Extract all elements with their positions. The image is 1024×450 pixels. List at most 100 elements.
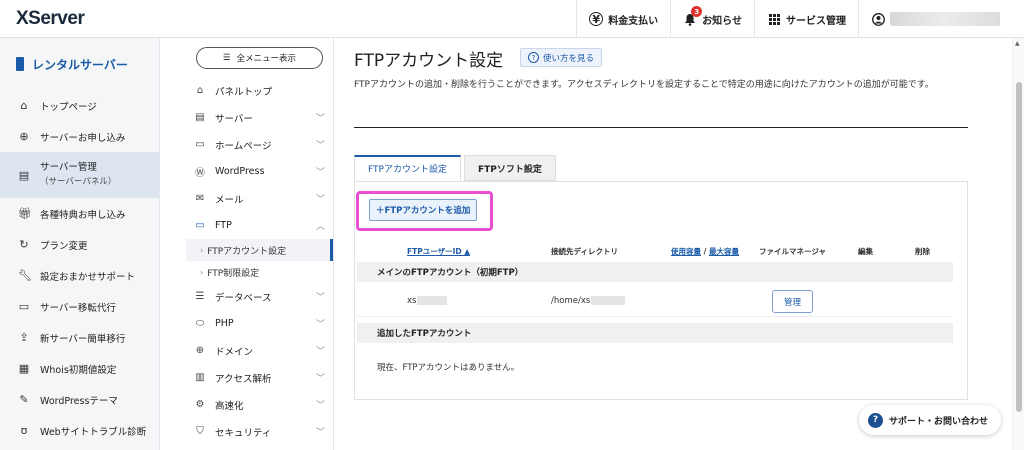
support-contact-button[interactable]: ? サポート・お問い合わせ bbox=[859, 405, 1001, 435]
capacity-header: 使用容量 / 最大容量 bbox=[671, 246, 739, 257]
home-icon: ⌂ bbox=[196, 85, 204, 96]
user-account-button[interactable] bbox=[858, 0, 1024, 38]
scroll-thumb[interactable] bbox=[1016, 82, 1022, 412]
user-icon bbox=[871, 12, 885, 26]
menu-item-ftp[interactable]: ▭ FTP ︿ bbox=[186, 212, 333, 239]
menu-item-php[interactable]: ⬭ PHP ﹀ bbox=[186, 310, 333, 337]
shield-icon: ⛉ bbox=[196, 426, 204, 437]
page-description: FTPアカウントの追加・削除を行うことができます。アクセスディレクトリを設定する… bbox=[354, 80, 934, 90]
tab-ftp-software[interactable]: FTPソフト設定 bbox=[463, 155, 556, 181]
sidebar-item-top-page[interactable]: ⌂ トップページ bbox=[0, 90, 159, 121]
menu-item-access-analysis[interactable]: ▥ アクセス解析 ﹀ bbox=[186, 364, 333, 391]
wordpress-icon: Ⓦ bbox=[195, 168, 205, 179]
all-menu-button[interactable]: ☰ 全メニュー表示 bbox=[196, 47, 323, 69]
capacity-separator: / bbox=[701, 247, 709, 256]
how-to-link[interactable]: ? 使い方を見る bbox=[520, 48, 603, 67]
main-content: FTPアカウント設定 ? 使い方を見る FTPアカウントの追加・削除を行うことが… bbox=[354, 38, 970, 450]
edit-icon: ✎ bbox=[19, 393, 29, 406]
ftp-directory-text: /home/xs bbox=[551, 296, 591, 306]
scroll-up-arrow-icon[interactable]: ▲ bbox=[1015, 40, 1020, 47]
notifications-button[interactable]: 3 お知らせ bbox=[670, 0, 754, 38]
menu-item-speed[interactable]: ⚙ 高速化 ﹀ bbox=[186, 391, 333, 418]
sidebar-item-server-transfer[interactable]: ▭ サーバー移転代行 bbox=[0, 291, 159, 322]
question-icon: ? bbox=[528, 52, 539, 63]
xserver-logo[interactable]: XServer bbox=[16, 8, 85, 30]
home-icon: ⌂ bbox=[20, 99, 28, 112]
sidebar-item-setup-support[interactable]: 🔧︎ 設定おまかせサポート bbox=[0, 260, 159, 291]
ftp-directory: /home/xs bbox=[551, 296, 626, 306]
payment-label: 料金支払い bbox=[608, 15, 659, 27]
refresh-icon: ↻ bbox=[19, 238, 29, 251]
menu-item-wordpress[interactable]: Ⓦ WordPress ﹀ bbox=[186, 158, 333, 185]
sidebar-item-plan-change[interactable]: ↻ プラン変更 bbox=[0, 229, 159, 260]
sidebar-item-label: Whois初期値設定 bbox=[40, 364, 117, 376]
page-scrollbar[interactable]: ▲ bbox=[1012, 38, 1024, 450]
menu-item-label: パネルトップ bbox=[215, 86, 273, 98]
menu-item-label: WordPress bbox=[215, 166, 265, 177]
grid-icon bbox=[767, 12, 781, 26]
all-menu-label: 全メニュー表示 bbox=[236, 54, 297, 64]
divider bbox=[354, 127, 968, 128]
menu-item-label: 高速化 bbox=[215, 400, 244, 412]
sidebar-item-label: サーバーお申し込み bbox=[40, 132, 126, 144]
menu-item-domain[interactable]: ⊕ ドメイン ﹀ bbox=[186, 337, 333, 364]
file-manager-button[interactable]: 管理 bbox=[772, 290, 813, 313]
edit-header: 編集 bbox=[858, 247, 873, 256]
menu-item-label: ホームページ bbox=[215, 140, 272, 152]
sidebar-item-label: 新サーバー簡単移行 bbox=[40, 333, 126, 345]
service-sidebar: レンタルサーバー ⌂ トップページ ⊕ サーバーお申し込み ▤ サーバー管理 （… bbox=[0, 38, 160, 450]
sidebar-item-label: サーバー移転代行 bbox=[40, 302, 116, 314]
chevron-down-icon: ﹀ bbox=[315, 347, 325, 357]
sidebar-title: レンタルサーバー bbox=[0, 38, 159, 90]
menu-item-panel-top[interactable]: ⌂ パネルトップ bbox=[186, 77, 333, 104]
menu-item-database[interactable]: ☰ データベース ﹀ bbox=[186, 283, 333, 310]
sidebar-item-label: トップページ bbox=[40, 101, 97, 113]
notification-badge: 3 bbox=[691, 6, 703, 17]
sidebar-item-wordpress-theme[interactable]: ✎ WordPressテーマ bbox=[0, 384, 159, 415]
sort-usage-link[interactable]: 使用容量 bbox=[671, 247, 701, 256]
chevron-down-icon: ﹀ bbox=[315, 293, 325, 303]
sort-user-id-link[interactable]: FTPユーザーID ▲ bbox=[407, 246, 470, 257]
chevron-down-icon: ﹀ bbox=[315, 141, 325, 151]
menu-item-label: アクセス解析 bbox=[215, 373, 272, 385]
add-ftp-account-button[interactable]: ＋FTPアカウントを追加 bbox=[369, 199, 478, 221]
menu-item-security[interactable]: ⛉ セキュリティ ﹀ bbox=[186, 418, 333, 445]
chevron-down-icon: ﹀ bbox=[315, 168, 325, 178]
sidebar-item-label: Webサイトトラブル診断 bbox=[40, 426, 147, 438]
menu-item-label: FTP bbox=[215, 220, 232, 231]
menu-sub-ftp-restriction[interactable]: › FTP制限設定 bbox=[186, 261, 333, 283]
sidebar-item-label: サーバー管理 （サーバーパネル） bbox=[40, 160, 116, 190]
sidebar-item-whois[interactable]: ▦ Whois初期値設定 bbox=[0, 353, 159, 384]
menu-sub-ftp-account[interactable]: › FTPアカウント設定 bbox=[186, 239, 333, 261]
user-name-redacted bbox=[890, 12, 1000, 26]
server-icon: ▤ bbox=[18, 168, 30, 182]
redacted-text bbox=[417, 296, 448, 305]
service-management-label: サービス管理 bbox=[786, 15, 846, 27]
menu-item-mail[interactable]: ✉ メール ﹀ bbox=[186, 185, 333, 212]
payment-button[interactable]: ¥ 料金支払い bbox=[576, 0, 670, 38]
chevron-right-icon: › bbox=[200, 245, 204, 255]
mail-icon: ✉ bbox=[195, 193, 205, 204]
sidebar-item-server-application[interactable]: ⊕ サーバーお申し込み bbox=[0, 121, 159, 152]
sidebar-item-label: プラン変更 bbox=[40, 240, 88, 252]
chevron-down-icon: ﹀ bbox=[315, 320, 325, 330]
chart-icon: ▥ bbox=[195, 372, 205, 383]
menu-item-label: ドメイン bbox=[215, 346, 254, 358]
ftp-user-id-text: xs bbox=[407, 296, 417, 306]
directory-header: 接続先ディレクトリ bbox=[551, 247, 618, 256]
sidebar-item-site-diagnosis[interactable]: ʊ Webサイトトラブル診断 bbox=[0, 415, 159, 446]
sidebar-title-label: レンタルサーバー bbox=[32, 57, 128, 72]
menu-sub-label: FTP制限設定 bbox=[207, 268, 260, 279]
menu-item-server[interactable]: ▤ サーバー ﹀ bbox=[186, 104, 333, 131]
menu-item-homepage[interactable]: ▭ ホームページ ﹀ bbox=[186, 131, 333, 158]
yen-icon: ¥ bbox=[589, 12, 604, 26]
tab-ftp-account[interactable]: FTPアカウント設定 bbox=[354, 155, 461, 181]
service-management-button[interactable]: サービス管理 bbox=[754, 0, 858, 38]
sidebar-item-easy-migration[interactable]: ⇪ 新サーバー簡単移行 bbox=[0, 322, 159, 353]
sidebar-item-label: 各種特典お申し込み bbox=[40, 209, 126, 221]
sidebar-item-benefits[interactable]: 🎁︎ 各種特典お申し込み bbox=[0, 198, 159, 229]
sort-max-link[interactable]: 最大容量 bbox=[709, 247, 739, 256]
document-icon: ▦ bbox=[18, 362, 30, 375]
chevron-down-icon: ﹀ bbox=[315, 374, 325, 384]
sidebar-item-server-management[interactable]: ▤ サーバー管理 （サーバーパネル） bbox=[0, 152, 159, 198]
